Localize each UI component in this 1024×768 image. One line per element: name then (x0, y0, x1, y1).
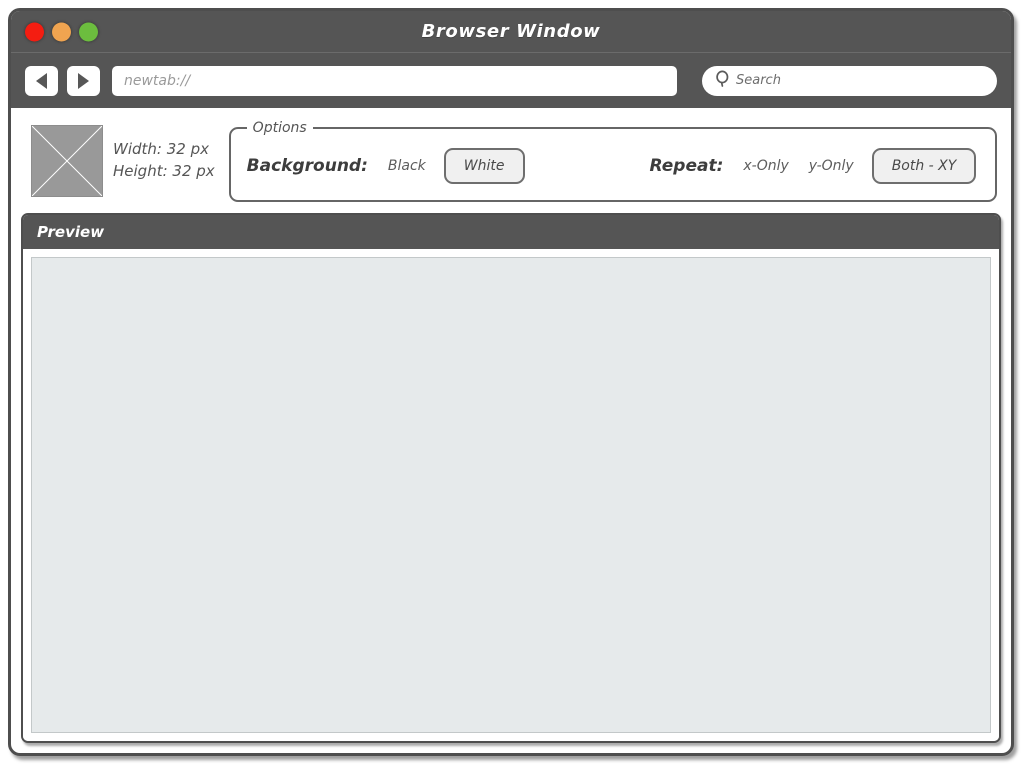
image-info: Width: 32 px Height: 32 px (31, 124, 215, 197)
repeat-option-y-only[interactable]: y-Only (807, 155, 856, 177)
window-title: Browser Window (421, 21, 601, 42)
search-input[interactable]: Search (702, 65, 997, 96)
options-legend: Options (252, 119, 307, 136)
browser-toolbar: newtab:// Search (11, 53, 1011, 108)
window-controls (25, 22, 98, 41)
preview-header: Preview (23, 215, 999, 249)
options-strip: Width: 32 px Height: 32 px Options Backg… (11, 108, 1011, 213)
repeat-option-both-xy[interactable]: Both - XY (871, 147, 977, 184)
back-button[interactable] (25, 65, 58, 96)
url-text: newtab:// (124, 72, 191, 89)
options-row: Background: Black White Repeat: x-Only y… (246, 147, 979, 184)
background-label: Background: (246, 155, 368, 176)
preview-canvas[interactable] (31, 257, 991, 733)
preview-panel: Preview (21, 213, 1001, 743)
forward-button[interactable] (67, 65, 100, 96)
title-bar: Browser Window (11, 11, 1011, 53)
maximize-button[interactable] (79, 22, 98, 41)
repeat-label: Repeat: (649, 155, 724, 176)
broken-image-placeholder (31, 124, 103, 197)
minimize-button[interactable] (52, 22, 71, 41)
options-fieldset: Options Background: Black White Repeat: … (228, 119, 997, 202)
background-option-black[interactable]: Black (386, 155, 428, 177)
magnifier-icon (714, 70, 732, 92)
image-width-label: Width: 32 px (113, 139, 209, 158)
image-height-label: Height: 32 px (113, 161, 215, 180)
close-button[interactable] (25, 22, 44, 41)
triangle-right-icon (78, 72, 89, 89)
preview-body (23, 249, 999, 741)
background-group: Background: Black White (246, 147, 525, 184)
browser-window: Browser Window newtab:// Search Width: 3… (8, 8, 1014, 756)
triangle-left-icon (36, 72, 47, 89)
url-input[interactable]: newtab:// (112, 65, 677, 96)
repeat-option-x-only[interactable]: x-Only (741, 155, 790, 177)
repeat-group: Repeat: x-Only y-Only Both - XY (649, 147, 977, 184)
background-option-white[interactable]: White (443, 147, 525, 184)
image-dimensions: Width: 32 px Height: 32 px (113, 139, 215, 183)
search-placeholder: Search (736, 73, 781, 88)
